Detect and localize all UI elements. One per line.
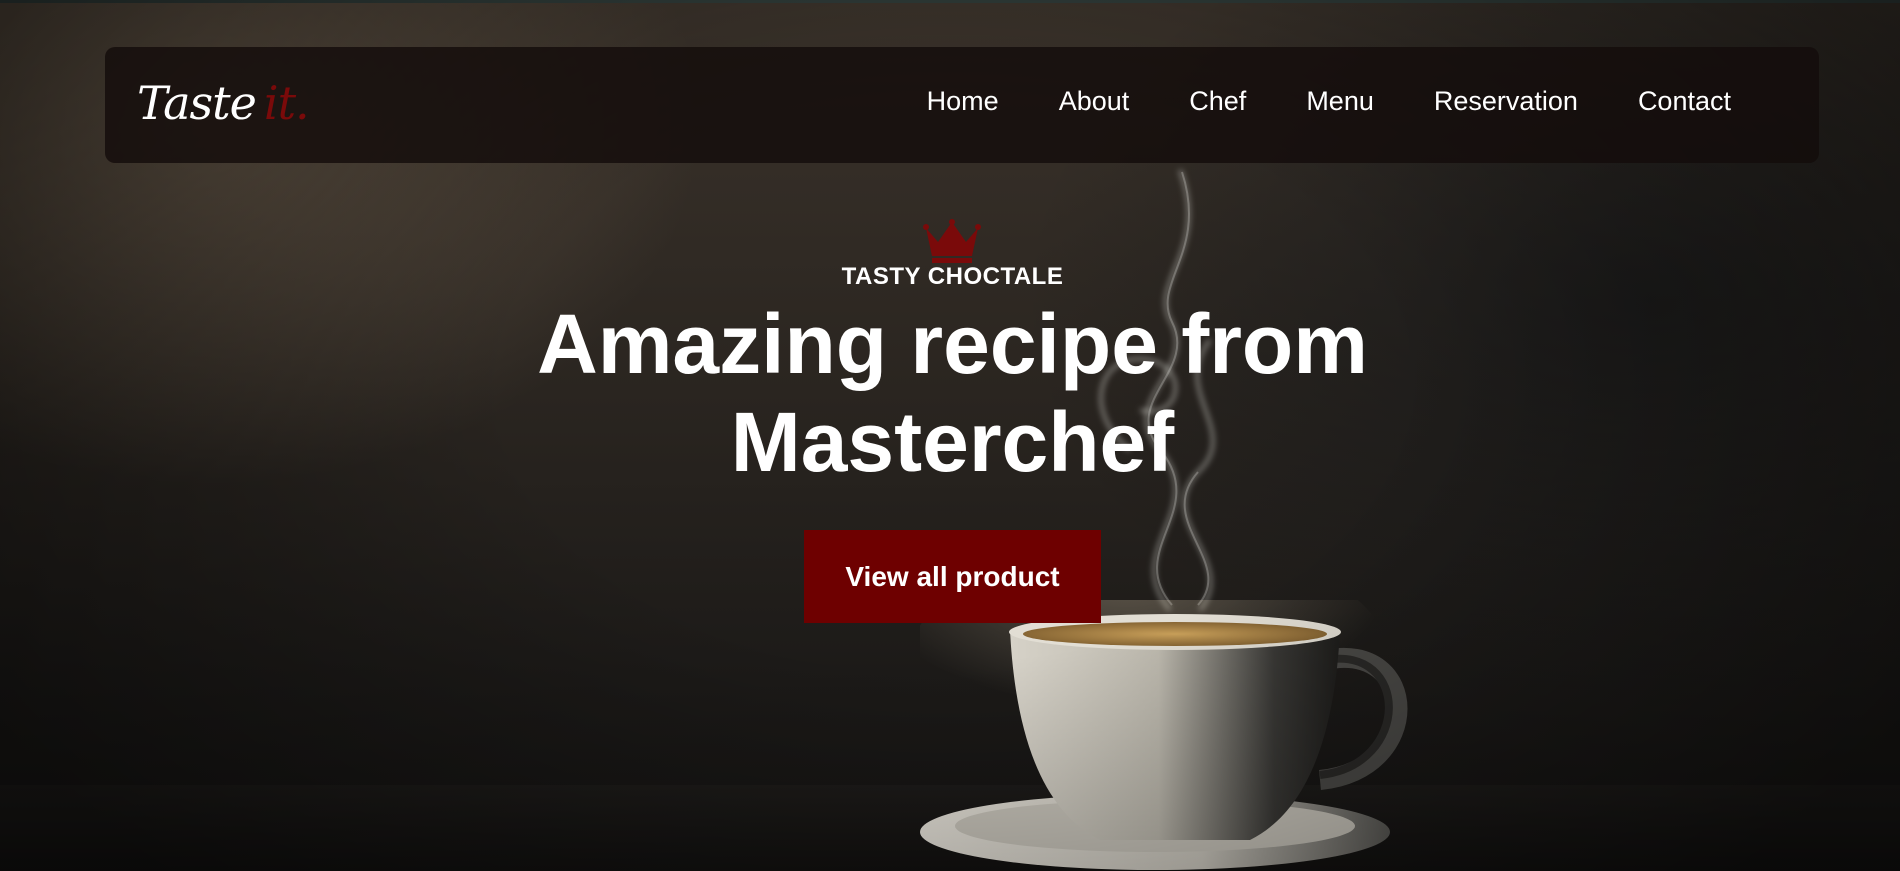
logo[interactable]: Taste it. [137,76,310,130]
nav-item-contact[interactable]: Contact [1638,85,1731,117]
navbar: Taste it. Home About Chef Menu Reservatio… [105,47,1819,163]
view-all-product-button[interactable]: View all product [804,530,1101,623]
top-border [0,0,1900,3]
nav-item-home[interactable]: Home [927,85,999,117]
coffee-cup-image [920,600,1408,870]
crown-icon [923,219,981,263]
nav-item-chef[interactable]: Chef [1189,85,1246,117]
main-nav: Home About Chef Menu Reservation Contact [867,85,1731,117]
nav-item-about[interactable]: About [1059,85,1130,117]
hero-headline: Amazing recipe from Masterchef [0,295,1900,491]
hero-section: Taste it. Home About Chef Menu Reservatio… [0,0,1900,871]
hero-eyebrow: TASTY CHOCTALE [841,263,1064,290]
nav-item-menu[interactable]: Menu [1306,85,1374,117]
nav-item-reservation[interactable]: Reservation [1434,85,1578,117]
logo-accent: it. [263,76,310,130]
headline-line-2: Masterchef [730,395,1175,489]
logo-main: Taste [137,76,257,130]
headline-line-1: Amazing recipe from [537,297,1368,391]
